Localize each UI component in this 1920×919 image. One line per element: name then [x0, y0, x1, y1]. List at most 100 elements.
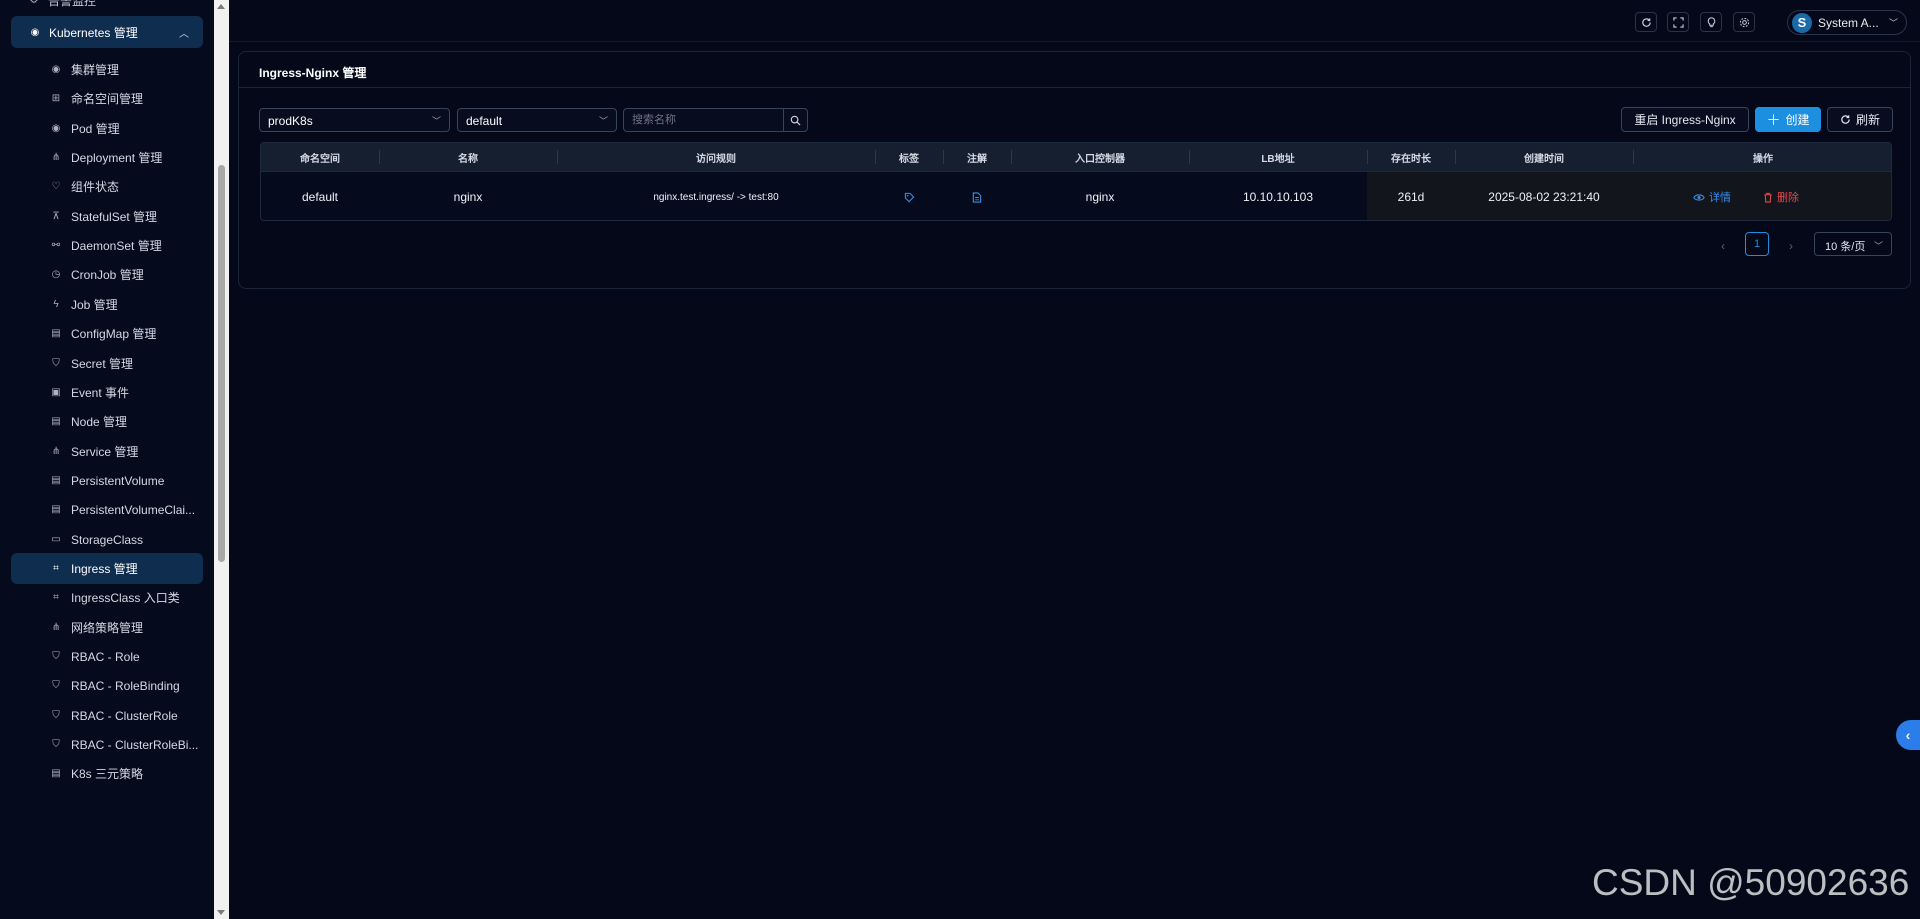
sidebar-item[interactable]: ⊞ 命名空间管理 — [11, 83, 203, 114]
sidebar-item[interactable]: ⊼ StatefulSet 管理 — [11, 201, 203, 232]
volume-claim-icon: ▤ — [51, 504, 61, 515]
sidebar-item-label: 命名空间管理 — [71, 92, 144, 106]
scroll-up-arrow[interactable] — [217, 4, 225, 9]
delete-button[interactable]: 删除 — [1763, 189, 1799, 205]
sidebar-item[interactable]: ▭ StorageClass — [11, 524, 203, 555]
namespace-select[interactable]: default ﹀ — [457, 108, 617, 132]
sidebar-item[interactable]: ◷ CronJob 管理 — [11, 259, 203, 290]
scroll-down-arrow[interactable] — [217, 910, 225, 915]
sidebar-item-label: IngressClass 入口类 — [71, 591, 180, 605]
sidebar-item[interactable]: ⛉ RBAC - ClusterRole — [11, 700, 203, 731]
sidebar-item-label: Secret 管理 — [71, 357, 134, 371]
tag-icon[interactable] — [904, 192, 915, 203]
fullscreen-icon — [1672, 16, 1684, 28]
user-menu[interactable]: S System A... ﹀ — [1787, 10, 1907, 35]
sidebar-item-label: RBAC - Role — [71, 649, 140, 664]
avatar: S — [1792, 12, 1812, 33]
chevron-down-icon: ﹀ — [1873, 241, 1883, 251]
sidebar-item[interactable]: ⛉ RBAC - ClusterRoleBi... — [11, 729, 203, 760]
sidebar-item[interactable]: ◉ Pod 管理 — [11, 113, 203, 144]
refresh-label: 刷新 — [1855, 113, 1880, 127]
refresh-icon — [1641, 17, 1651, 27]
sidebar-group-label: Kubernetes 管理 — [49, 25, 138, 40]
create-button[interactable]: ＋ 创建 — [1755, 107, 1821, 132]
sidebar-item-alert[interactable]: ⚙ 告警监控 — [28, 0, 97, 9]
sidebar-item-label: StatefulSet 管理 — [71, 210, 158, 224]
page-title: Ingress-Nginx 管理 — [239, 52, 1910, 88]
tips-button[interactable] — [1700, 12, 1722, 32]
user-name: System A... — [1818, 15, 1879, 30]
node-icon: ▤ — [51, 416, 61, 427]
chevron-up-icon: ︿ — [179, 29, 189, 40]
sidebar-item[interactable]: ⌗ IngressClass 入口类 — [11, 582, 203, 613]
table-header: 命名空间 名称 访问规则 标签 注解 入口控制器 LB地址 存在时长 创建时间 … — [261, 143, 1891, 171]
grid-icon: ⊞ — [51, 93, 61, 104]
next-page-button[interactable]: › — [1789, 239, 1793, 253]
sidebar-item[interactable]: ⛉ Secret 管理 — [11, 348, 203, 379]
lightbulb-icon — [1707, 16, 1715, 27]
ingress-card: Ingress-Nginx 管理 prodK8s ﹀ default ﹀ 重启 … — [238, 51, 1911, 289]
column-header: 名称 — [458, 153, 478, 165]
file-icon: ▤ — [51, 328, 61, 339]
sidebar-scrollbar[interactable] — [214, 0, 229, 919]
restart-ingress-nginx-button[interactable]: 重启 Ingress-Nginx — [1621, 107, 1749, 132]
sidebar-item[interactable]: ⛉ RBAC - Role — [11, 641, 203, 672]
sidebar-item[interactable]: ▤ K8s 三元策略 — [11, 758, 203, 789]
sidebar-item-label: 组件状态 — [71, 180, 120, 194]
column-header: 操作 — [1753, 153, 1773, 165]
sidebar-item-label: DaemonSet 管理 — [71, 239, 162, 253]
search-icon — [790, 115, 801, 126]
cell-labels[interactable] — [875, 172, 943, 220]
search-input[interactable] — [624, 109, 808, 131]
table-row: default nginx nginx.test.ingress/ -> tes… — [261, 171, 1891, 220]
settings-button[interactable] — [1733, 12, 1755, 32]
cell-lb-address: 10.10.10.103 — [1242, 190, 1314, 204]
sidebar-item-label: Deployment 管理 — [71, 151, 163, 165]
kubernetes-icon: ◉ — [30, 26, 40, 38]
document-icon[interactable] — [972, 191, 982, 203]
sidebar-item[interactable]: ▤ PersistentVolume — [11, 465, 203, 496]
page-number-current[interactable]: 1 — [1745, 232, 1769, 256]
sidebar: ⚙ 告警监控 ◉ Kubernetes 管理 ︿ ◉ 集群管理 ⊞ 命名空间管理 ◉ Po… — [0, 0, 214, 919]
sidebar-item[interactable]: ♡ 组件状态 — [11, 171, 203, 202]
refresh-button[interactable] — [1635, 12, 1657, 32]
sidebar-item[interactable]: ⋔ Service 管理 — [11, 436, 203, 467]
shield-icon: ⛉ — [52, 710, 60, 721]
sidebar-item[interactable]: ▤ ConfigMap 管理 — [11, 318, 203, 349]
sidebar-item-label: CronJob 管理 — [71, 268, 144, 282]
column-header: 命名空间 — [300, 153, 340, 165]
scroll-thumb[interactable] — [218, 165, 225, 562]
ingress-table: 命名空间 名称 访问规则 标签 注解 入口控制器 LB地址 存在时长 创建时间 … — [260, 142, 1892, 221]
sidebar-item[interactable]: ⋔ Deployment 管理 — [11, 142, 203, 173]
sidebar-item[interactable]: ◉ 集群管理 — [11, 54, 203, 85]
ingress-class-icon: ⌗ — [53, 592, 59, 603]
search-button[interactable] — [783, 109, 807, 131]
fullscreen-button[interactable] — [1667, 12, 1689, 32]
deployment-icon: ⋔ — [51, 152, 61, 163]
page-size-select[interactable]: 10 条/页 ﹀ — [1814, 232, 1892, 256]
prev-page-button[interactable]: ‹ — [1721, 239, 1725, 253]
page-size-value: 10 条/页 — [1825, 241, 1866, 253]
event-icon: ▣ — [51, 387, 61, 398]
sidebar-item[interactable]: ⚯ DaemonSet 管理 — [11, 230, 203, 261]
sidebar-item[interactable]: ▣ Event 事件 — [11, 377, 203, 408]
sidebar-item[interactable]: ▤ Node 管理 — [11, 406, 203, 437]
cluster-select-value: prodK8s — [268, 114, 313, 128]
sidebar-item-label: Node 管理 — [71, 415, 128, 429]
sidebar-item[interactable]: ⋔ 网络策略管理 — [11, 612, 203, 643]
column-header: 注解 — [967, 153, 987, 165]
sidebar-item[interactable]: ⛉ RBAC - RoleBinding — [11, 670, 203, 701]
eye-icon — [1693, 193, 1705, 201]
collapse-panel-button[interactable]: ‹ — [1896, 720, 1920, 750]
detail-button[interactable]: 详情 — [1693, 189, 1731, 205]
cluster-icon: ◉ — [51, 64, 61, 75]
sidebar-item[interactable]: ▤ PersistentVolumeClai... — [11, 494, 203, 525]
cell-actions: 详情 删除 — [1633, 172, 1891, 220]
sidebar-item[interactable]: ⌗ Ingress 管理 — [11, 553, 203, 584]
refresh-list-button[interactable]: 刷新 — [1827, 107, 1893, 132]
cell-annotations[interactable] — [943, 172, 1011, 220]
column-header: 创建时间 — [1524, 153, 1564, 165]
cluster-select[interactable]: prodK8s ﹀ — [259, 108, 450, 132]
sidebar-group-kubernetes[interactable]: ◉ Kubernetes 管理 ︿ — [11, 16, 203, 48]
sidebar-item[interactable]: ϟ Job 管理 — [11, 289, 203, 320]
